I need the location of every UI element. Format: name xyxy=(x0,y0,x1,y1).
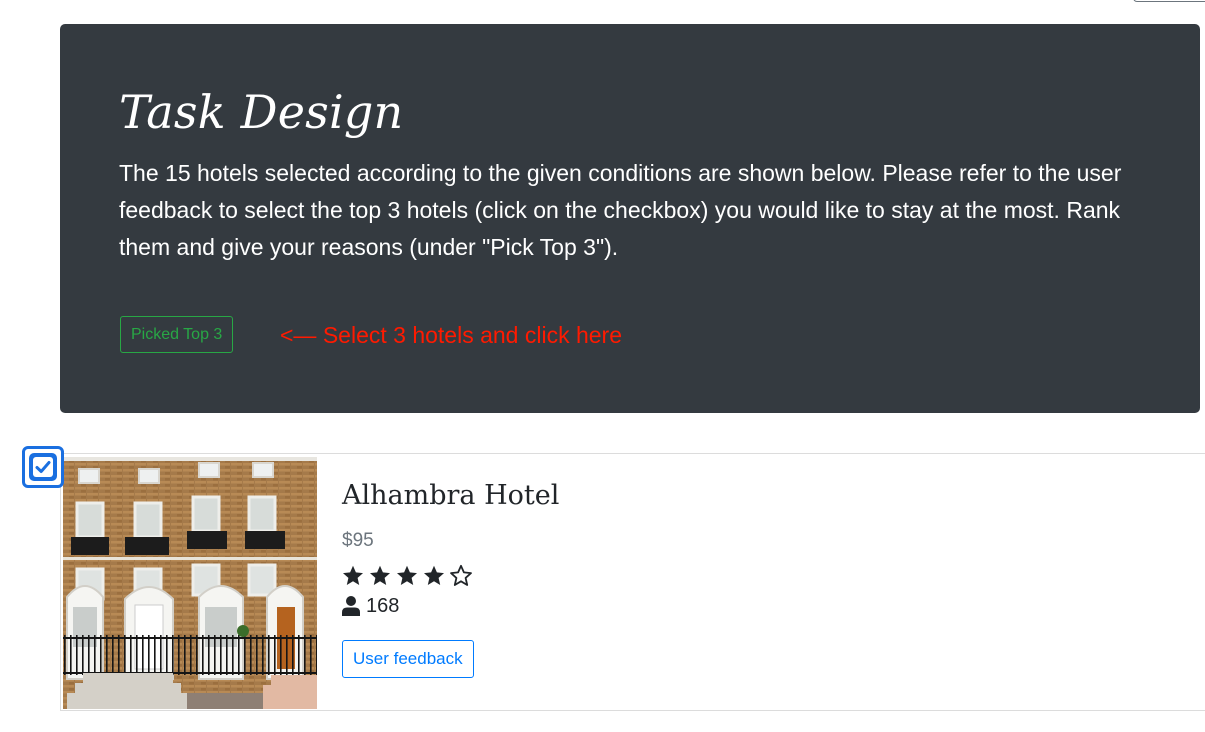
task-header: Task Design The 15 hotels selected accor… xyxy=(60,24,1200,413)
review-count: 168 xyxy=(342,593,399,619)
user-feedback-button[interactable]: User feedback xyxy=(342,640,474,678)
hotel-photo[interactable] xyxy=(63,457,317,709)
star-filled-icon xyxy=(370,565,390,585)
hotel-card: Alhambra Hotel $95 168 User feedback xyxy=(60,453,1205,711)
task-description: The 15 hotels selected according to the … xyxy=(119,160,1122,260)
checkmark-icon xyxy=(33,457,53,477)
star-filled-icon xyxy=(424,565,444,585)
select-hint: <— Select 3 hotels and click here xyxy=(280,322,622,348)
page: Task Design The 15 hotels selected accor… xyxy=(0,0,1205,732)
star-filled-icon xyxy=(343,565,363,585)
top-right-control[interactable] xyxy=(1133,0,1205,2)
user-icon xyxy=(342,596,360,616)
review-count-value: 168 xyxy=(366,595,400,617)
hotel-price: $95 xyxy=(342,530,374,551)
hotel-select-checkbox[interactable] xyxy=(22,446,64,488)
checkbox-fill xyxy=(29,453,57,481)
star-empty-icon xyxy=(450,564,472,586)
page-title: Task Design xyxy=(119,85,404,139)
picked-top-3-button[interactable]: Picked Top 3 xyxy=(120,316,234,353)
star-rating xyxy=(341,564,473,588)
star-filled-icon xyxy=(397,565,417,585)
hotel-name: Alhambra Hotel xyxy=(342,480,560,511)
